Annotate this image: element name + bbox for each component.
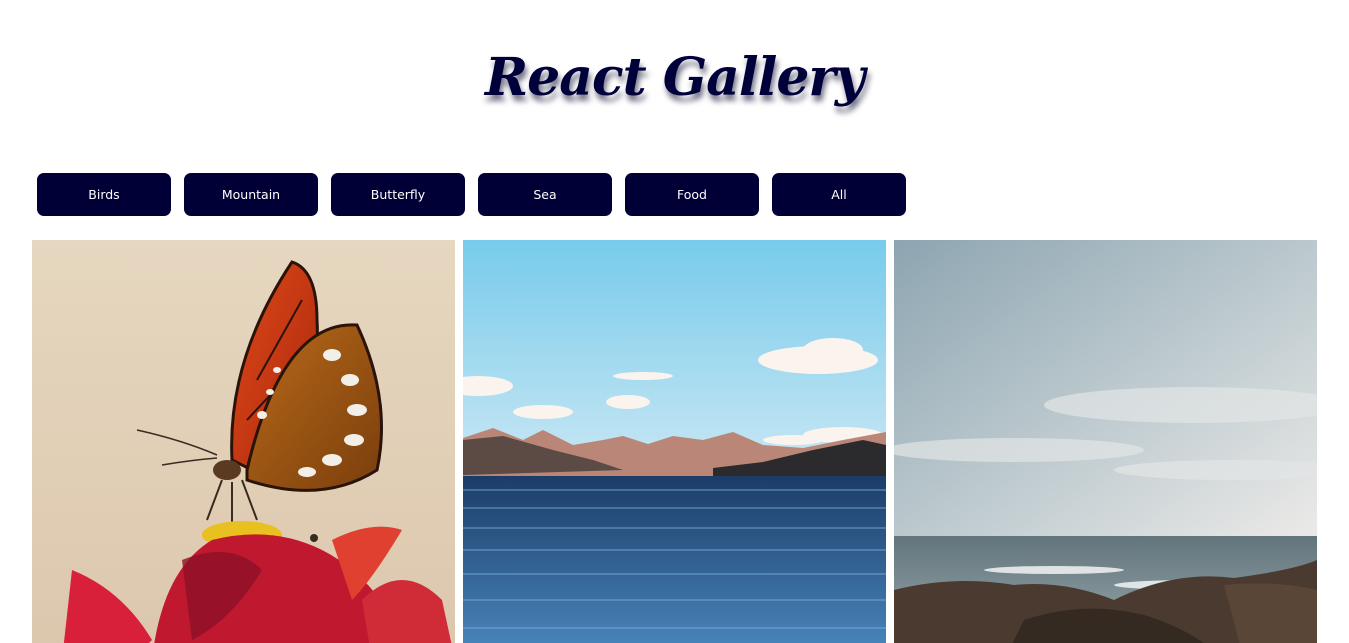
gallery-card-sea[interactable]: [894, 240, 1317, 643]
image-grid: [32, 240, 1317, 643]
page-title: React Gallery: [484, 47, 865, 108]
butterfly-photo: [32, 240, 455, 643]
filter-food-button[interactable]: Food: [625, 173, 759, 216]
category-filter-bar: Birds Mountain Butterfly Sea Food All: [37, 173, 906, 216]
gallery-page: React Gallery Birds Mountain Butterfly S…: [0, 0, 1349, 643]
filter-butterfly-button[interactable]: Butterfly: [331, 173, 465, 216]
filter-all-button[interactable]: All: [772, 173, 906, 216]
filter-mountain-button[interactable]: Mountain: [184, 173, 318, 216]
filter-sea-button[interactable]: Sea: [478, 173, 612, 216]
sea-shore-photo: [894, 240, 1317, 643]
filter-birds-button[interactable]: Birds: [37, 173, 171, 216]
mountain-lake-photo: [463, 240, 886, 643]
gallery-card-mountain[interactable]: [463, 240, 886, 643]
gallery-card-butterfly[interactable]: [32, 240, 455, 643]
